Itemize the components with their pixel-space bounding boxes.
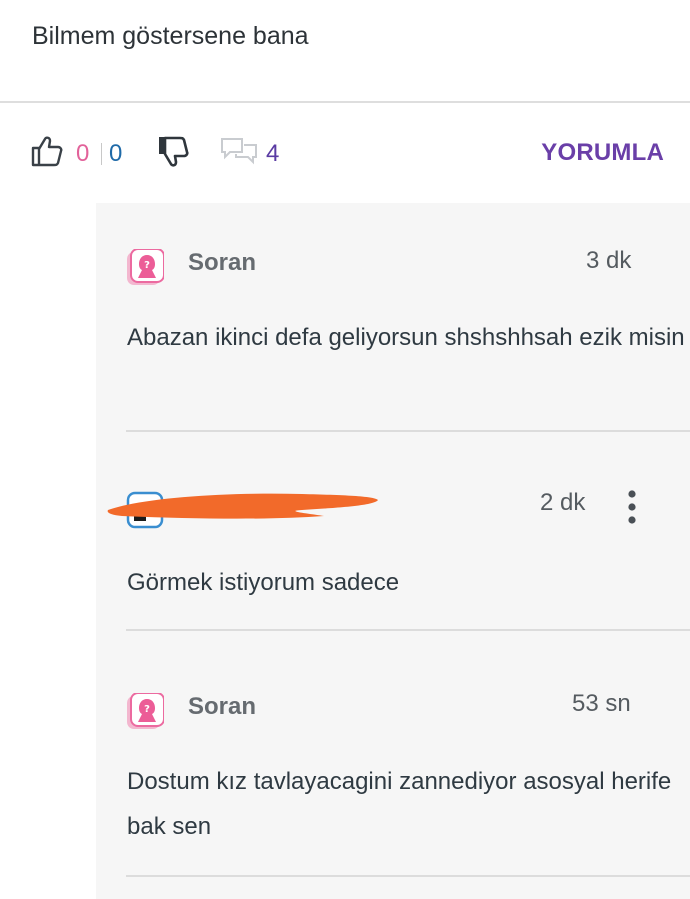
count-separator [101, 143, 102, 165]
divider [0, 101, 690, 103]
comment-author[interactable]: Soran [188, 693, 256, 721]
thumbs-up-icon[interactable] [30, 134, 64, 168]
dislike-count: 0 [109, 140, 123, 167]
comment-time: 53 sn [572, 690, 631, 717]
comments-icon[interactable] [220, 136, 258, 166]
comment-text: Abazan ikinci defa geliyorsun shshshhsah… [127, 324, 685, 351]
pink-question-avatar-icon: ? [127, 693, 164, 729]
more-options-icon[interactable] [624, 489, 640, 525]
thumbs-down-icon[interactable] [156, 134, 190, 170]
comment-divider [126, 629, 690, 631]
comment-author[interactable]: Soran [188, 249, 256, 277]
comment-text: Görmek istiyorum sadece [127, 569, 400, 596]
comment-count: 4 [266, 140, 280, 167]
like-count: 0 [76, 140, 90, 167]
redaction-scribble [107, 493, 379, 519]
comment-divider [126, 430, 690, 432]
comment-text: Dostum kız tavlayacagini zannediyor asos… [127, 768, 672, 840]
comment-time: 2 dk [540, 489, 586, 516]
comments-list: ? Soran 3 dk Abazan ikinci defa geliyors… [96, 203, 690, 899]
post-text: Bilmem göstersene bana [32, 22, 309, 50]
action-bar: 0 0 4 YORUMLA [0, 128, 690, 180]
svg-text:?: ? [144, 260, 150, 271]
pink-question-avatar-icon: ? [127, 249, 164, 285]
svg-text:?: ? [144, 704, 150, 715]
comment-divider [126, 875, 690, 877]
comment-button[interactable]: YORUMLA [541, 139, 664, 167]
comment-time: 3 dk [586, 247, 632, 274]
